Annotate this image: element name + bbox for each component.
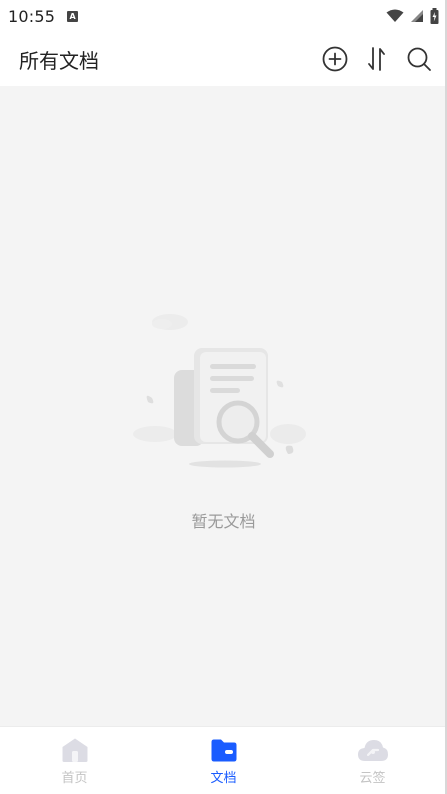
cloud-sign-icon — [357, 740, 388, 761]
a-icon: A — [67, 10, 79, 22]
tab-documents[interactable]: 文档 — [149, 727, 298, 794]
sort-button[interactable] — [363, 45, 391, 73]
app-bar-actions — [321, 45, 433, 73]
document-search-illustration — [133, 314, 306, 468]
tab-cloud-sign-label: 云签 — [359, 771, 386, 786]
status-time: 10:55 — [8, 6, 56, 26]
wifi-icon — [386, 9, 404, 22]
add-document-button[interactable] — [321, 45, 349, 73]
tab-home-label: 首页 — [61, 771, 88, 786]
sort-icon — [368, 47, 385, 71]
folder-icon — [211, 739, 236, 762]
page-title: 所有文档 — [19, 48, 99, 73]
bottom-tab-bar: 首页 文档 云签 — [0, 726, 447, 794]
status-bar: 10:55 A — [0, 0, 447, 32]
document-list-area[interactable]: 暂无文档 — [0, 86, 447, 726]
home-icon — [62, 738, 87, 762]
tab-home[interactable]: 首页 — [0, 727, 149, 794]
search-button[interactable] — [405, 45, 433, 73]
battery-icon — [430, 8, 439, 24]
empty-state-text: 暂无文档 — [191, 512, 256, 531]
signal-icon — [411, 10, 423, 22]
tab-documents-label: 文档 — [210, 771, 237, 786]
add-circle-icon — [322, 46, 348, 72]
tab-cloud-sign[interactable]: 云签 — [298, 727, 447, 794]
search-icon — [407, 47, 431, 71]
app-bar: 所有文档 — [0, 32, 447, 86]
